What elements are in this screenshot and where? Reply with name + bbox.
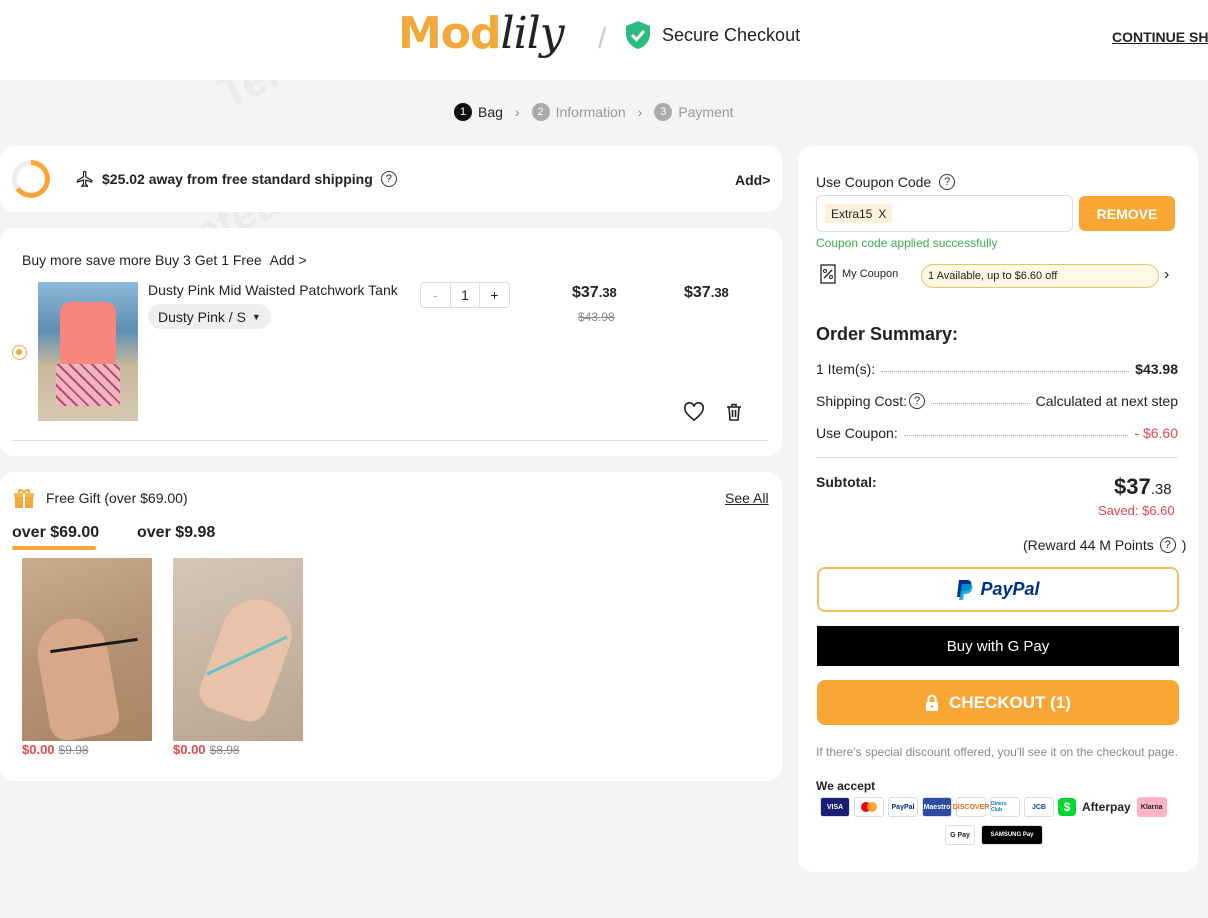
- remove-coupon-button[interactable]: REMOVE: [1079, 196, 1175, 231]
- caret-down-icon: ▼: [251, 311, 261, 322]
- gift-product-image[interactable]: [173, 558, 303, 741]
- lock-icon: [926, 694, 939, 711]
- gift-product-image[interactable]: [22, 558, 152, 741]
- add-more-link[interactable]: Add>: [735, 172, 770, 188]
- klarna-icon: Klarna: [1136, 797, 1167, 817]
- checkout-button[interactable]: CHECKOUT (1): [817, 680, 1179, 725]
- order-summary-title: Order Summary:: [816, 324, 959, 344]
- summary-items-row: 1 Item(s): $43.98: [816, 361, 1178, 377]
- google-pay-icon: G Pay: [945, 825, 975, 845]
- discount-note: If there's special discount offered, you…: [816, 745, 1178, 759]
- coupon-success-message: Coupon code applied successfully: [816, 236, 998, 250]
- jcb-icon: JCB: [1024, 797, 1054, 817]
- available-coupons-pill[interactable]: 1 Available, up to $6.60 off: [921, 264, 1159, 288]
- maestro-icon: Maestro: [922, 797, 952, 817]
- chevron-right-icon: ›: [514, 104, 520, 120]
- gift-header: Free Gift (over $69.00): [12, 486, 188, 510]
- continue-shopping-link[interactable]: CONTINUE SHOPPING: [1112, 29, 1208, 45]
- item-total: $37.38: [684, 284, 729, 301]
- wishlist-heart-icon[interactable]: [683, 402, 705, 427]
- paypal-small-icon: PayPal: [888, 797, 918, 817]
- coupon-chip: Extra15 X: [825, 204, 893, 223]
- quantity-stepper: - 1 +: [420, 282, 510, 308]
- step-payment[interactable]: 3 Payment: [654, 103, 734, 121]
- modlily-logo[interactable]: Modlily: [398, 4, 565, 64]
- visa-icon: VISA: [820, 797, 850, 817]
- header-divider: /: [598, 22, 607, 55]
- plane-icon: [76, 170, 93, 188]
- quantity-value[interactable]: 1: [450, 283, 480, 307]
- payment-methods-row2: G Pay SAMSUNG Pay: [945, 825, 1043, 845]
- site-header: Modlily / Secure Checkout CONTINUE SHOPP…: [0, 0, 1208, 80]
- we-accept-label: We accept: [816, 779, 876, 793]
- cart-item-card: Buy more save more Buy 3 Get 1 Free Add >…: [0, 228, 782, 456]
- item-price: $37.38: [572, 284, 617, 301]
- reward-points: (Reward 44 M Points?): [1023, 537, 1187, 553]
- gift-tab-69[interactable]: over $69.00: [12, 524, 99, 550]
- product-image[interactable]: [38, 282, 138, 421]
- free-gift-card: Free Gift (over $69.00) See All over $69…: [0, 472, 782, 781]
- help-icon[interactable]: ?: [380, 171, 397, 187]
- help-icon[interactable]: ?: [909, 393, 926, 409]
- promo-add-link[interactable]: Add >: [270, 252, 307, 268]
- delete-trash-icon[interactable]: [724, 402, 744, 427]
- step-information[interactable]: 2 Information: [531, 103, 626, 121]
- close-icon[interactable]: X: [878, 207, 886, 221]
- subtotal-label: Subtotal:: [816, 474, 877, 490]
- discover-icon: DISCOVER: [953, 797, 989, 817]
- payment-methods: VISA PayPal Maestro DISCOVER Diners Club…: [820, 797, 1167, 817]
- checkout-steps: 1 Bag › 2 Information › 3 Payment: [454, 103, 734, 121]
- secure-checkout-badge: Secure Checkout: [624, 20, 800, 50]
- free-shipping-card: $25.02 away from free standard shipping …: [0, 146, 782, 212]
- gift-price: $0.00 $8.98: [173, 742, 240, 757]
- help-icon[interactable]: ?: [1159, 537, 1176, 553]
- chevron-right-icon[interactable]: ›: [1164, 266, 1169, 284]
- saved-amount: Saved: $6.60: [1098, 503, 1175, 518]
- gift-price: $0.00 $9.98: [22, 742, 89, 757]
- my-coupon-label[interactable]: My Coupon: [820, 264, 898, 284]
- cashapp-icon: $: [1058, 798, 1076, 816]
- quantity-increase-button[interactable]: +: [480, 283, 509, 307]
- promo-banner: Buy more save more Buy 3 Get 1 Free Add >: [22, 252, 307, 268]
- summary-shipping-row: Shipping Cost:? Calculated at next step: [816, 393, 1178, 409]
- item-divider: [12, 440, 768, 441]
- shield-check-icon: [626, 21, 650, 49]
- gift-tab-998[interactable]: over $9.98: [137, 524, 215, 542]
- shipping-progress-ring: [12, 160, 50, 198]
- see-all-link[interactable]: See All: [725, 490, 769, 506]
- summary-divider: [816, 457, 1178, 458]
- diners-club-icon: Diners Club: [990, 797, 1020, 817]
- coupon-icon: [820, 264, 836, 284]
- gift-icon: [14, 489, 34, 508]
- step-bag[interactable]: 1 Bag: [454, 103, 503, 121]
- order-summary-panel: Use Coupon Code? Extra15 X REMOVE Coupon …: [798, 146, 1198, 872]
- google-pay-button[interactable]: Buy with G Pay: [817, 626, 1179, 666]
- chevron-right-icon: ›: [637, 104, 643, 120]
- mastercard-icon: [854, 797, 884, 817]
- variant-selector[interactable]: Dusty Pink / S ▼: [148, 304, 271, 329]
- summary-coupon-row: Use Coupon: - $6.60: [816, 425, 1178, 441]
- item-select-radio[interactable]: [12, 345, 27, 360]
- subtotal-value: $37.38: [1114, 474, 1172, 499]
- quantity-decrease-button[interactable]: -: [421, 283, 450, 307]
- help-icon[interactable]: ?: [939, 174, 956, 190]
- afterpay-icon: Afterpay: [1082, 800, 1131, 814]
- samsung-pay-icon: SAMSUNG Pay: [981, 825, 1043, 845]
- shipping-message: $25.02 away from free standard shipping …: [76, 170, 397, 188]
- item-original-price: $43.98: [578, 310, 615, 324]
- paypal-button[interactable]: PayPal: [817, 567, 1179, 612]
- coupon-label: Use Coupon Code?: [816, 174, 956, 190]
- paypal-icon: [957, 579, 974, 600]
- product-name[interactable]: Dusty Pink Mid Waisted Patchwork Tank To…: [148, 282, 398, 298]
- coupon-input[interactable]: Extra15 X: [816, 195, 1073, 232]
